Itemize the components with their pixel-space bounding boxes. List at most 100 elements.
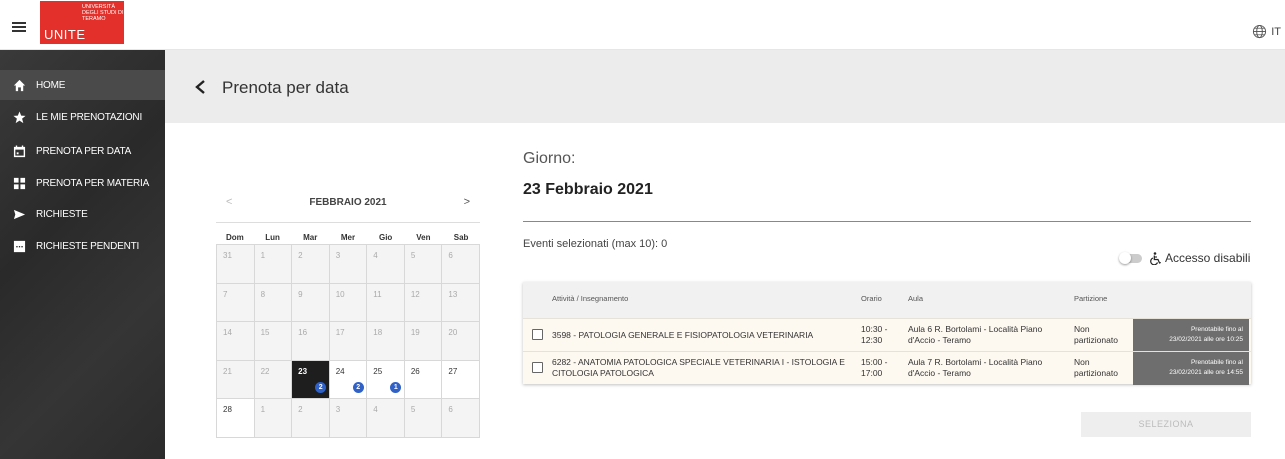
time-cell: 10:30 - 12:30	[861, 324, 888, 345]
accessibility-toggle[interactable]	[1119, 252, 1142, 264]
calendar-day[interactable]: 24 2	[329, 360, 368, 399]
booking-deadline-line1: Prenotabile fino al	[1190, 326, 1243, 333]
weekday-label: Sab	[453, 233, 469, 242]
booking-deadline-badge: Prenotabile fino al 23/02/2021 alle ore …	[1133, 352, 1249, 385]
menu-icon[interactable]	[12, 22, 26, 32]
calendar-day: 1	[254, 245, 293, 284]
globe-icon	[1253, 24, 1267, 39]
calendar-day: 9	[292, 283, 330, 322]
calendar-day: 4	[367, 399, 405, 438]
university-logo[interactable]: UNIVERSITÀ DEGLI STUDI DI TERAMO UNITE	[40, 1, 124, 44]
weekday-label: Mar	[303, 233, 318, 242]
home-icon	[12, 78, 26, 92]
calendar-day: 6	[442, 399, 480, 438]
sidebar-item-home[interactable]: HOME	[0, 70, 165, 100]
logo-subtext: UNIVERSITÀ DEGLI STUDI DI TERAMO	[82, 4, 124, 22]
calendar-day: 22	[254, 360, 293, 399]
column-header-activity: Attività / Insegnamento	[552, 294, 629, 303]
table-row[interactable]: 6282 - ANATOMIA PATOLOGICA SPECIALE VETE…	[523, 351, 1251, 385]
weekday-label: Mer	[340, 233, 356, 242]
calendar-day: 7	[217, 283, 255, 322]
calendar-day[interactable]: 27	[442, 360, 480, 399]
day-number: 17	[335, 328, 345, 337]
weekday-label: Dom	[225, 233, 244, 242]
language-label: IT	[1271, 25, 1281, 38]
event-count-badge: 2	[352, 382, 364, 393]
sidebar-item-label: RICHIESTE	[36, 208, 88, 220]
time-cell: 15:00 - 17:00	[861, 357, 888, 378]
row-checkbox[interactable]	[532, 362, 543, 373]
page-header: Prenota per data	[165, 50, 1285, 123]
day-number: 19	[410, 328, 420, 337]
calendar-day[interactable]: 25 1	[367, 360, 405, 399]
select-button[interactable]: SELEZIONA	[1081, 412, 1251, 437]
calendar-day-selected[interactable]: 23 2	[292, 360, 330, 399]
accessibility-label: Accesso disabili	[1165, 251, 1251, 265]
day-number: 8	[260, 289, 266, 299]
sidebar-item-requests[interactable]: RICHIESTE	[0, 199, 165, 229]
day-number: 24	[335, 366, 345, 376]
calendar-day: 2	[292, 399, 330, 438]
sidebar-item-pending-requests[interactable]: RICHIESTE PENDENTI	[0, 231, 165, 261]
day-number: 31	[223, 251, 232, 260]
booking-deadline-badge: Prenotabile fino al 23/02/2021 alle ore …	[1133, 319, 1249, 352]
sidebar-item-book-by-date[interactable]: PRENOTA PER DATA	[0, 136, 165, 166]
back-arrow-icon[interactable]	[193, 79, 207, 95]
day-number: 12	[410, 289, 420, 299]
events-table: Attività / Insegnamento Orario Aula Part…	[523, 282, 1251, 385]
day-number: 4	[373, 405, 378, 414]
sidebar-item-label: PRENOTA PER DATA	[36, 145, 132, 157]
day-number: 23	[298, 366, 308, 376]
day-number: 6	[448, 251, 453, 260]
calendar-day[interactable]: 28	[217, 399, 255, 438]
column-header-partition: Partizione	[1074, 294, 1108, 303]
day-number: 27	[448, 366, 458, 376]
calendar-day: 8	[254, 283, 293, 322]
event-count-badge: 1	[390, 382, 402, 393]
day-number: 25	[373, 366, 383, 376]
language-selector[interactable]: IT	[1252, 24, 1281, 39]
sidebar-item-book-by-subject[interactable]: PRENOTA PER MATERIA	[0, 168, 165, 198]
calendar-day: 5	[404, 399, 443, 438]
pending-icon	[12, 239, 26, 253]
send-icon	[12, 207, 26, 221]
calendar-icon	[12, 144, 26, 158]
calendar-day: 3	[329, 399, 368, 438]
calendar-day: 11	[367, 283, 405, 322]
day-number: 28	[223, 405, 232, 414]
weekday-label: Ven	[416, 233, 431, 242]
star-icon	[12, 110, 26, 124]
day-number: 9	[298, 289, 303, 299]
sidebar: HOME LE MIE PRENOTAZIONI PRENOTA PER DAT…	[0, 50, 165, 459]
day-number: 11	[373, 289, 382, 299]
day-number: 21	[223, 366, 232, 376]
calendar-day[interactable]: 26	[404, 360, 443, 399]
day-number: 10	[335, 289, 345, 299]
calendar-weekdays: Dom Lun Mar Mer Gio Ven Sab	[216, 233, 480, 242]
sidebar-item-label: HOME	[36, 79, 66, 91]
booking-deadline-line1: Prenotabile fino al	[1190, 359, 1243, 366]
calendar-day: 2	[292, 245, 330, 284]
partition-cell: Non partizionato	[1074, 324, 1118, 345]
calendar-day: 1	[254, 399, 293, 438]
calendar-day: 6	[442, 245, 480, 284]
weekday-label: Gio	[378, 233, 393, 242]
calendar-day: 16	[292, 322, 330, 361]
calendar-nav: < FEBBRAIO 2021 >	[216, 192, 480, 214]
day-number: 18	[373, 328, 383, 337]
sidebar-item-my-bookings[interactable]: LE MIE PRENOTAZIONI	[0, 102, 165, 132]
next-month-button[interactable]: >	[464, 196, 470, 208]
column-header-time: Orario	[861, 294, 882, 303]
row-checkbox[interactable]	[532, 329, 543, 340]
calendar-day: 4	[367, 245, 405, 284]
day-number: 13	[448, 289, 458, 299]
calendar-day: 13	[442, 283, 480, 322]
wheelchair-icon	[1150, 251, 1162, 265]
selected-events-count: Eventi selezionati (max 10): 0	[523, 238, 668, 250]
calendar-day: 12	[404, 283, 443, 322]
calendar-day: 21	[217, 360, 255, 399]
room-cell: Aula 6 R. Bortolami - Località Piano d'A…	[908, 324, 1043, 345]
activity-cell: 3598 - PATOLOGIA GENERALE E FISIOPATOLOG…	[552, 330, 814, 340]
table-row[interactable]: 3598 - PATOLOGIA GENERALE E FISIOPATOLOG…	[523, 318, 1251, 352]
activity-cell: 6282 - ANATOMIA PATOLOGICA SPECIALE VETE…	[552, 357, 845, 378]
